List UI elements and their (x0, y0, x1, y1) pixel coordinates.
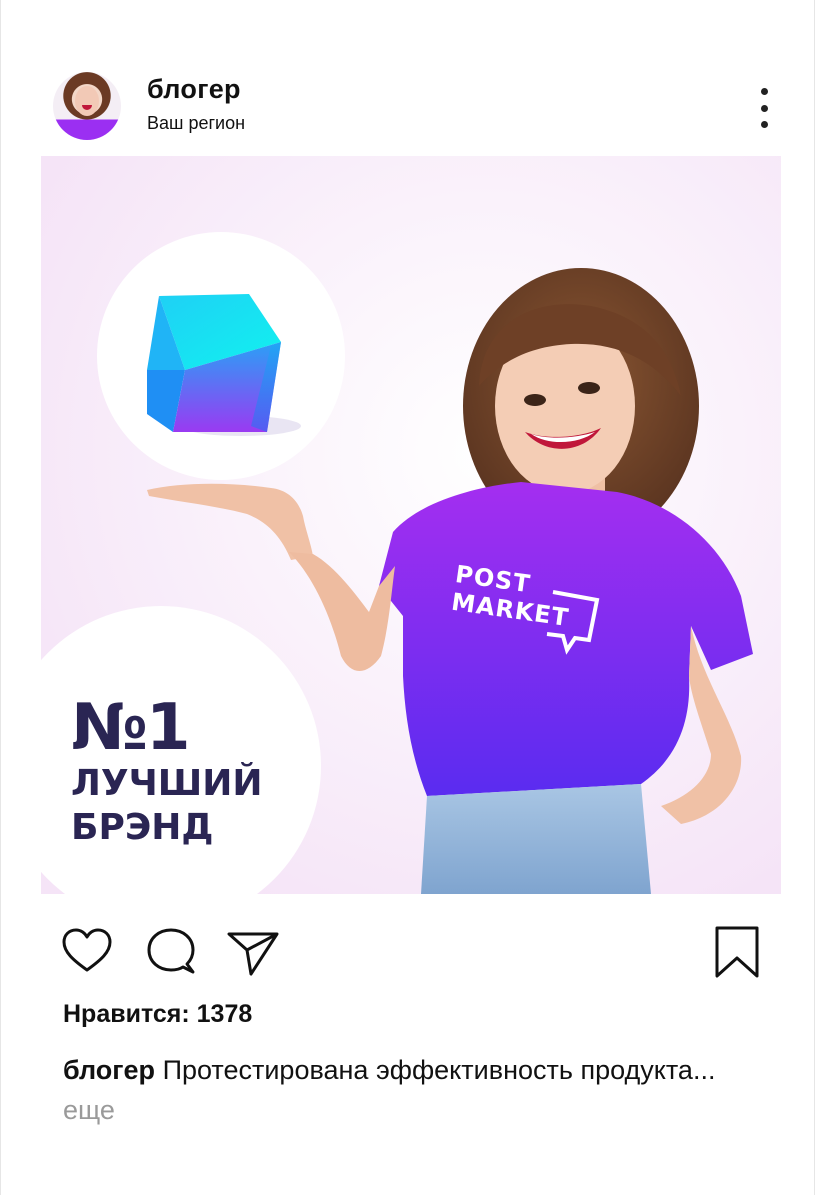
send-icon[interactable] (225, 924, 281, 980)
caption-more-link[interactable]: еще (63, 1095, 115, 1125)
more-dot (760, 121, 768, 128)
more-options-icon[interactable] (753, 88, 775, 128)
username[interactable]: блогер (147, 74, 241, 105)
eye-right (578, 382, 600, 394)
jeans (421, 784, 651, 894)
caption-username[interactable]: блогер (63, 1055, 155, 1085)
post-header: блогер Ваш регион (1, 60, 815, 150)
post-card: блогер Ваш регион POST MARKET №1 ЛУЧШИЙ … (0, 0, 815, 1195)
badge-line2: БРЭНД (71, 807, 214, 848)
caption: блогер Протестирована эффективность прод… (63, 1050, 763, 1130)
more-dot (760, 104, 768, 112)
badge-title: №1 (71, 691, 191, 765)
location-label[interactable]: Ваш регион (147, 113, 245, 134)
badge-subtitle: ЛУЧШИЙ БРЭНД (71, 762, 262, 850)
comment-icon[interactable] (143, 924, 199, 980)
avatar[interactable] (53, 72, 121, 140)
badge-line1: ЛУЧШИЙ (71, 763, 263, 804)
eye-left (524, 394, 546, 406)
more-dot (760, 88, 768, 95)
heart-icon[interactable] (59, 924, 115, 980)
caption-text: Протестирована эффективность продукта... (155, 1055, 716, 1085)
post-image[interactable]: POST MARKET №1 ЛУЧШИЙ БРЭНД (41, 156, 781, 894)
likes-count[interactable]: Нравится: 1378 (63, 1000, 252, 1029)
bookmark-icon[interactable] (709, 924, 765, 980)
avatar-face (75, 86, 99, 116)
action-bar (1, 910, 815, 990)
